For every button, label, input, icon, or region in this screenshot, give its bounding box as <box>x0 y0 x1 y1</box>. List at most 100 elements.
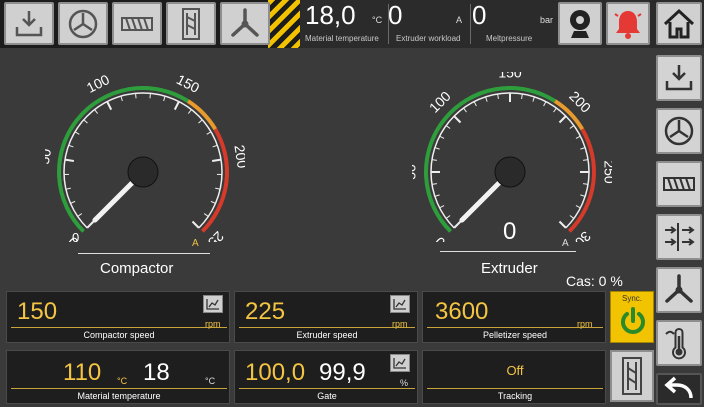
compactor-gauge-major-tick <box>64 158 75 163</box>
extruder-gauge-minor-tick <box>583 183 589 185</box>
feed-in-icon <box>665 65 693 91</box>
rotor-icon <box>664 116 694 146</box>
material-temperature-value: 18,0 <box>305 0 356 30</box>
pelletizer-button[interactable] <box>220 2 270 45</box>
filter-side-button[interactable] <box>656 214 702 260</box>
extruder-gauge-minor-tick <box>445 125 451 129</box>
gate-actual: 99,9 <box>319 359 366 386</box>
panel-underline <box>427 388 603 389</box>
extruder-gauge-minor-tick <box>445 215 451 219</box>
temperature-side-button[interactable] <box>656 320 702 366</box>
extruder-gauge-hub <box>494 156 526 188</box>
extruder-gauge-green-band <box>424 86 557 233</box>
tracking-value: Off <box>506 363 524 378</box>
back-arrow-icon <box>664 376 693 399</box>
compactor-gauge-major-tick <box>86 220 95 229</box>
extruder-gauge-minor-tick <box>575 205 581 209</box>
pelletizer-speed-value: 3600 <box>435 298 489 325</box>
feed-in-side-button[interactable] <box>656 55 702 101</box>
feed-in-button[interactable] <box>4 2 54 45</box>
gate-unit: % <box>400 378 409 388</box>
compactor-gauge-minor-tick <box>203 213 209 217</box>
compactor-speed-panel[interactable]: 150 rpm Compactor speed <box>6 291 230 343</box>
tracking-label: Tracking <box>497 391 533 401</box>
compactor-gauge-dial: 050100150200250 <box>45 72 245 242</box>
compactor-gauge-red-band <box>200 128 229 233</box>
extruder-speed-value: 225 <box>245 298 286 325</box>
filter-arrows-icon <box>665 223 695 251</box>
compactor-label: Compactor <box>100 260 174 277</box>
extruder-gauge-major-tick <box>453 115 462 124</box>
compactor-gauge-tick-label: 200 <box>231 144 245 170</box>
screw-side-button[interactable] <box>656 161 702 207</box>
compactor-unit: A <box>192 238 199 249</box>
material-temperature-actual: 18 <box>143 359 170 386</box>
compactor-side-button[interactable] <box>656 108 702 154</box>
pelletizer-icon <box>665 274 693 303</box>
panel-underline <box>239 388 415 389</box>
material-temperature-setpoint-unit: °C <box>117 376 128 386</box>
compactor-gauge-minor-tick <box>68 144 74 148</box>
pelletizer-speed-panel[interactable]: 3600 rpm Pelletizer speed <box>422 291 606 343</box>
compactor-gauge-major-tick <box>211 158 222 163</box>
extruder-gauge-major-tick <box>453 220 462 229</box>
extruder-gauge-minor-tick <box>431 159 437 161</box>
screw-button[interactable] <box>112 2 162 45</box>
extruder-gauge-tick-label: 250 <box>601 160 612 184</box>
compactor-gauge-minor-tick <box>65 187 71 190</box>
extruder-gauge-minor-tick <box>431 183 437 185</box>
extruder-workload-value: 0 <box>388 0 403 30</box>
sync-button[interactable]: Sync. <box>610 291 654 343</box>
extruder-gauge-minor-tick <box>439 205 445 209</box>
power-icon <box>621 307 645 334</box>
extruder-gauge-minor-tick <box>580 147 586 150</box>
panel-underline <box>427 327 603 328</box>
compactor-gauge-major-tick <box>191 220 200 229</box>
compactor-gauge-minor-tick <box>187 109 192 114</box>
compactor-gauge-green-band <box>57 86 190 233</box>
pelletizer-speed-label: Pelletizer speed <box>482 330 548 340</box>
gate-label: Gate <box>317 391 337 401</box>
home-button[interactable] <box>656 2 702 45</box>
rotor-icon <box>68 9 98 38</box>
camera-button[interactable] <box>558 2 602 45</box>
gate-trend-button[interactable] <box>390 354 410 372</box>
extruder-gauge-dial: 050100150200250300 <box>412 72 612 242</box>
divider <box>470 4 471 44</box>
compactor-gauge-minor-tick <box>74 131 80 135</box>
extruder-speed-panel[interactable]: 225 rpm Extruder speed <box>234 291 418 343</box>
gate-panel[interactable]: 100,0 99,9 % Gate <box>234 350 418 404</box>
compactor-gauge-major-tick <box>173 101 180 111</box>
home-icon <box>663 8 695 38</box>
webcam-icon <box>570 9 590 38</box>
extruder-gauge-minor-tick <box>543 101 547 107</box>
back-button[interactable] <box>656 373 702 405</box>
compactor-gauge-minor-tick <box>215 187 221 190</box>
panel-underline <box>11 388 227 389</box>
alarm-bell-icon <box>614 10 642 39</box>
compactor-button[interactable] <box>58 2 108 45</box>
extruder-speed-label: Extruder speed <box>296 330 358 340</box>
extruder-workload-unit: A <box>456 15 463 25</box>
compactor-speed-trend-button[interactable] <box>203 295 223 313</box>
extruder-gauge-minor-tick <box>497 93 499 99</box>
extruder-gauge-minor-tick <box>434 194 440 197</box>
feed-in-icon <box>15 10 43 36</box>
panel-underline <box>239 327 415 328</box>
alarm-button[interactable] <box>606 2 650 45</box>
compactor-value-underline <box>78 253 210 254</box>
extruder-gauge-minor-tick <box>434 147 440 150</box>
material-temperature-label: Material temperature <box>305 34 379 43</box>
material-temperature-label: Material temperature <box>77 391 161 401</box>
extruder-gauge-minor-tick <box>473 101 477 107</box>
material-temperature-panel[interactable]: 110 °C 18 °C Material temperature <box>6 350 230 404</box>
filter-button[interactable] <box>166 2 216 45</box>
tracking-filter-button[interactable] <box>610 350 654 402</box>
melt-pressure-value: 0 <box>472 0 487 30</box>
tracking-panel[interactable]: Off Tracking <box>422 350 606 404</box>
extruder-gauge-minor-tick <box>439 135 445 139</box>
extruder-speed-trend-button[interactable] <box>390 295 410 313</box>
extruder-gauge-red-band <box>567 128 596 233</box>
extruder-gauge-minor-tick <box>532 96 535 102</box>
pelletizer-side-button[interactable] <box>656 267 702 313</box>
